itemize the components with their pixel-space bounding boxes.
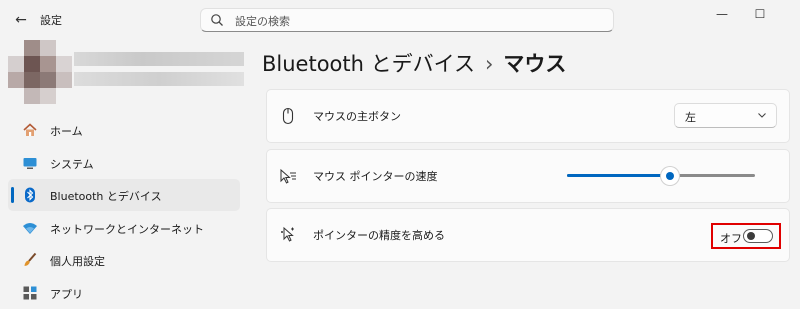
- profile-name-blurred: [74, 52, 244, 66]
- setting-card-pointer-speed: マウス ポインターの速度: [266, 149, 790, 203]
- sidebar-item-label: 個人用設定: [50, 255, 105, 268]
- search-input[interactable]: [233, 11, 597, 31]
- setting-label: マウス ポインターの速度: [313, 170, 438, 183]
- pointer-precision-icon: [281, 226, 294, 242]
- sidebar-item-label: ホーム: [50, 125, 83, 138]
- highlight-box: オフ: [711, 223, 781, 249]
- toggle-knob: [747, 232, 755, 240]
- sidebar-item-label: アプリ: [50, 287, 83, 301]
- home-icon: [23, 123, 37, 136]
- page-title: マウス: [503, 52, 567, 76]
- sidebar-item-label: ネットワークとインターネット: [50, 222, 204, 236]
- breadcrumb-separator: ›: [485, 52, 494, 76]
- pointer-speed-icon: [280, 168, 296, 184]
- maximize-icon[interactable]: ☐: [750, 6, 770, 22]
- sidebar-item-bluetooth[interactable]: Bluetooth とデバイス: [8, 179, 240, 211]
- app-title: 設定: [40, 14, 62, 27]
- breadcrumb: Bluetooth とデバイス › マウス: [262, 48, 566, 78]
- select-value: 左: [685, 111, 696, 124]
- chevron-down-icon: [758, 113, 766, 118]
- sidebar-item-network[interactable]: ネットワークとインターネット: [8, 212, 240, 244]
- wifi-icon: [23, 222, 37, 234]
- toggle-state-label: オフ: [720, 232, 742, 245]
- sidebar-item-label: システム: [50, 157, 94, 171]
- active-indicator: [11, 187, 14, 203]
- setting-card-primary-button: マウスの主ボタン 左: [266, 89, 790, 143]
- primary-button-select[interactable]: 左: [674, 103, 777, 128]
- brush-icon: [24, 252, 37, 266]
- monitor-icon: [23, 157, 37, 169]
- slider-fill: [567, 174, 671, 177]
- sidebar-item-system[interactable]: システム: [8, 147, 240, 179]
- sidebar-item-home[interactable]: ホーム: [8, 114, 240, 146]
- pointer-precision-toggle[interactable]: [743, 229, 773, 243]
- setting-card-pointer-precision: ポインターの精度を高める オフ: [266, 208, 790, 262]
- search-box[interactable]: [200, 8, 614, 32]
- setting-label: ポインターの精度を高める: [313, 229, 445, 242]
- profile-email-blurred: [74, 72, 244, 86]
- sidebar-item-personalization[interactable]: 個人用設定: [8, 244, 240, 276]
- sidebar-item-label: Bluetooth とデバイス: [50, 190, 162, 203]
- search-icon: [211, 14, 223, 26]
- breadcrumb-parent[interactable]: Bluetooth とデバイス: [262, 52, 475, 76]
- mouse-icon: [282, 107, 294, 125]
- slider-thumb[interactable]: [661, 167, 680, 185]
- setting-label: マウスの主ボタン: [313, 110, 401, 123]
- bluetooth-icon: [25, 187, 35, 203]
- back-arrow-icon[interactable]: ←: [10, 10, 32, 30]
- minimize-icon[interactable]: —: [712, 6, 732, 22]
- pointer-speed-slider[interactable]: [567, 167, 755, 185]
- avatar: [8, 40, 72, 104]
